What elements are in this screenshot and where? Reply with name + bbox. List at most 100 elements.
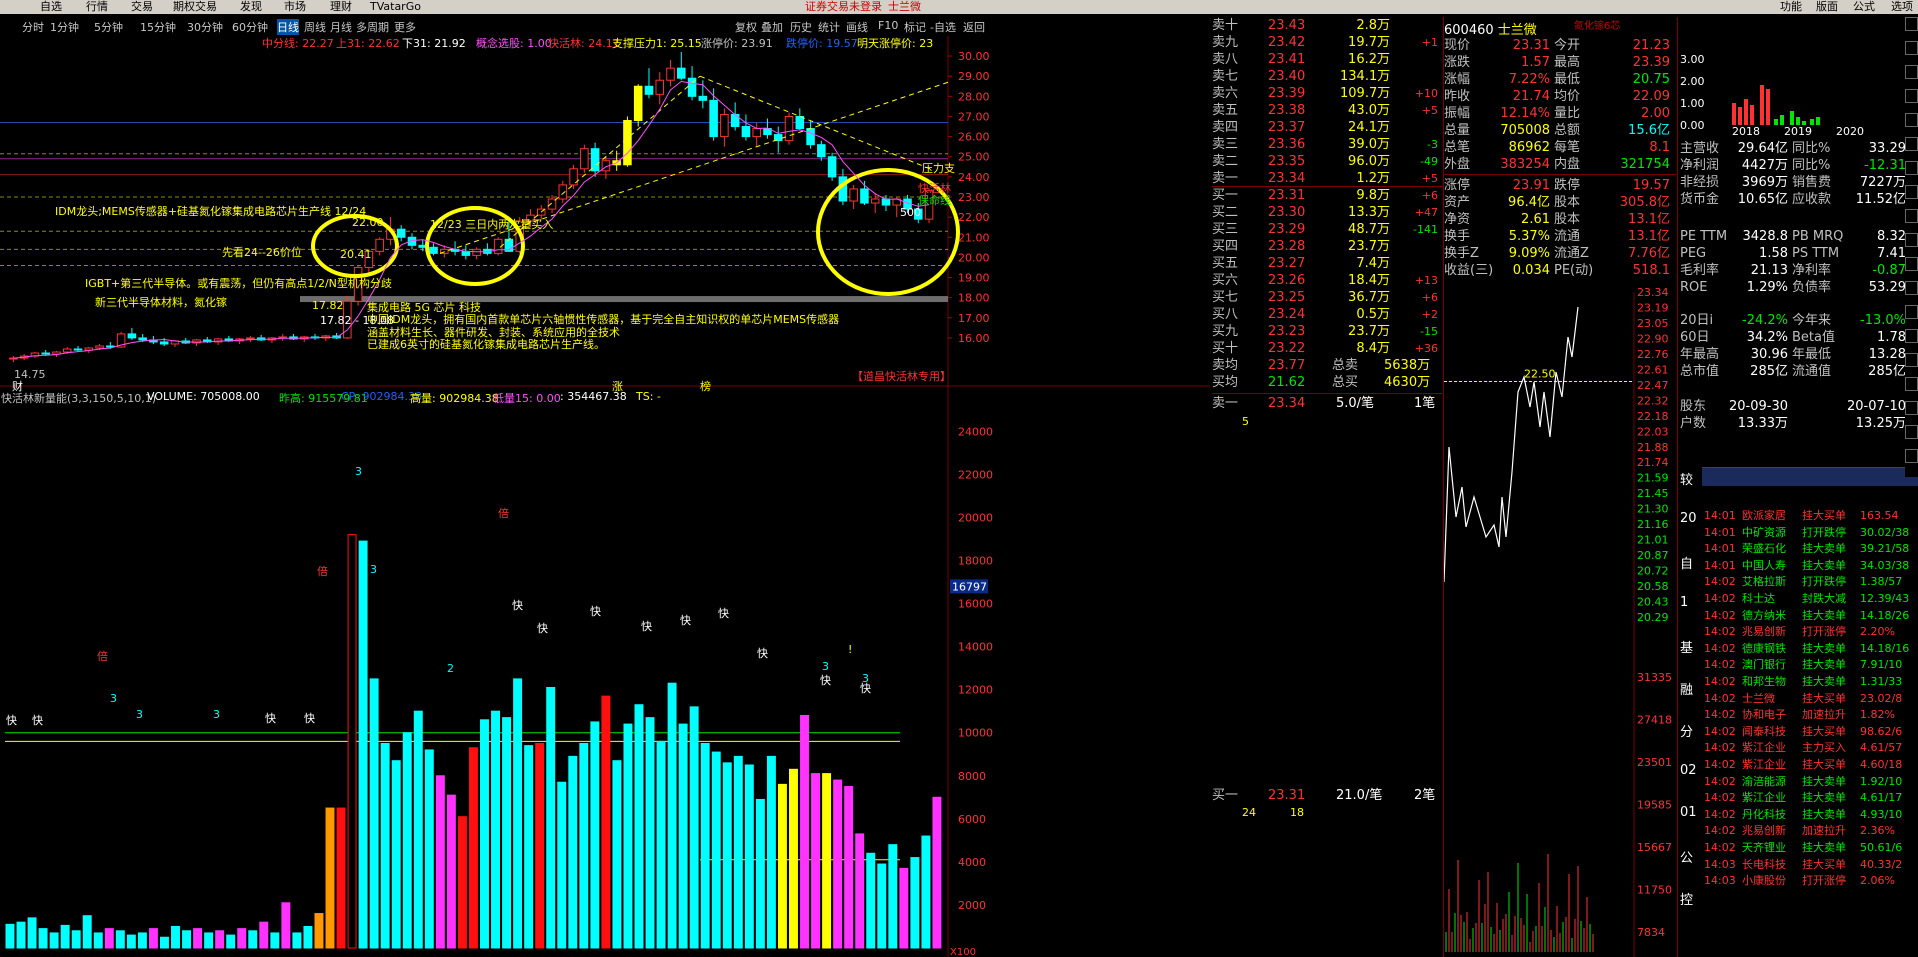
volume-bar[interactable]: [844, 786, 854, 949]
volume-bar[interactable]: [513, 678, 523, 949]
volume-bar[interactable]: [480, 719, 489, 949]
ask-row[interactable]: 卖四 23.37 24.1万: [1212, 119, 1442, 136]
bid-row[interactable]: 买五 23.27 7.4万: [1212, 255, 1442, 272]
volume-bar[interactable]: [369, 678, 379, 949]
monitor-row[interactable]: 14:02 德康钢铁 挂大卖单 14.18/16: [1702, 641, 1918, 657]
monitor-row[interactable]: 14:02 科士达 封跌大减 12.39/43: [1702, 591, 1918, 607]
ask-row[interactable]: 卖一 23.34 1.2万 +5: [1212, 170, 1442, 187]
volume-bar[interactable]: [27, 917, 37, 949]
monitor-row[interactable]: 14:02 丹化科技 挂大卖单 4.93/10: [1702, 807, 1918, 823]
bid-row[interactable]: 买四 23.28 23.7万: [1212, 238, 1442, 255]
sidebar-icon[interactable]: [1905, 329, 1918, 343]
sidebar-icon[interactable]: [1905, 185, 1918, 199]
sidebar-icon[interactable]: [1905, 161, 1918, 175]
volume-bar[interactable]: [413, 710, 423, 949]
period-tab[interactable]: 更多: [394, 19, 416, 35]
sidebar-icon[interactable]: [1905, 89, 1918, 103]
menu-right-item[interactable]: 版面: [1816, 0, 1838, 14]
sidebar-icon[interactable]: [1905, 449, 1918, 463]
volume-bar[interactable]: [435, 775, 445, 949]
monitor-row[interactable]: 14:02 渝涪能源 挂大卖单 1.92/10: [1702, 774, 1918, 790]
volume-bar[interactable]: [921, 835, 931, 949]
ask-row[interactable]: 卖二 23.35 96.0万 -49: [1212, 153, 1442, 170]
volume-bar[interactable]: [667, 682, 677, 949]
kline-chart[interactable]: 30.00 29.00 28.00 27.00 26.00 25.00 24.00 23.00…: [0, 36, 1210, 957]
volume-bar[interactable]: [755, 798, 765, 949]
bid-row[interactable]: 买一 23.31 9.8万 +6: [1212, 187, 1442, 204]
toolbar-button[interactable]: F10: [878, 19, 898, 32]
monitor-row[interactable]: 14:02 紫江企业 挂大买单 4.60/18: [1702, 757, 1918, 773]
kline-panel[interactable]: 30.00 29.00 28.00 27.00 26.00 25.00 24.00 23.00…: [0, 36, 1210, 957]
volume-bar[interactable]: [524, 745, 534, 949]
volume-bar[interactable]: [380, 742, 390, 949]
volume-bar[interactable]: [115, 930, 125, 949]
toolbar-button[interactable]: 历史: [790, 19, 812, 35]
monitor-row[interactable]: 14:03 小康股份 打开涨停 2.06%: [1702, 873, 1918, 889]
volume-bar[interactable]: [5, 923, 15, 949]
sidebar-icon[interactable]: [1905, 17, 1918, 31]
period-tab[interactable]: 周线: [304, 19, 326, 35]
ask-row[interactable]: 卖六 23.39 109.7万 +10: [1212, 85, 1442, 102]
volume-bar[interactable]: [215, 930, 225, 949]
menu-item[interactable]: 市场: [284, 0, 306, 14]
volume-bar[interactable]: [678, 723, 688, 949]
volume-bar[interactable]: [502, 717, 512, 949]
bid-row[interactable]: 买十 23.22 8.4万 +36: [1212, 340, 1442, 357]
volume-bar[interactable]: [424, 749, 434, 949]
volume-bar[interactable]: [601, 695, 611, 949]
menu-right-item[interactable]: 公式: [1853, 0, 1875, 14]
menu-item[interactable]: 理财: [330, 0, 352, 14]
monitor-row[interactable]: 14:02 协和电子 加速拉升 1.82%: [1702, 707, 1918, 723]
menu-right-item[interactable]: 功能: [1780, 0, 1802, 14]
volume-bar[interactable]: [645, 717, 655, 949]
volume-bar[interactable]: [38, 928, 48, 949]
volume-bar[interactable]: [193, 928, 203, 949]
volume-bar[interactable]: [722, 762, 732, 949]
monitor-row[interactable]: 14:02 兆易创新 打开涨停 2.20%: [1702, 624, 1918, 640]
volume-bar[interactable]: [557, 781, 567, 949]
period-tab[interactable]: 30分钟: [187, 19, 223, 35]
ask-row[interactable]: 卖八 23.41 16.2万: [1212, 51, 1442, 68]
volume-bar[interactable]: [93, 932, 103, 949]
volume-bar[interactable]: [612, 760, 622, 949]
menu-item[interactable]: 行情: [86, 0, 108, 14]
period-tab[interactable]: 月线: [330, 19, 352, 35]
sidebar-icon[interactable]: [1905, 41, 1918, 55]
volume-bar[interactable]: [744, 764, 754, 949]
volume-bar[interactable]: [623, 723, 633, 949]
period-tab[interactable]: 60分钟: [232, 19, 268, 35]
volume-bar[interactable]: [248, 930, 258, 949]
volume-bar[interactable]: [171, 925, 180, 949]
volume-bar[interactable]: [237, 928, 247, 949]
volume-bar[interactable]: [270, 932, 280, 949]
sidebar-icon[interactable]: [1905, 113, 1918, 127]
monitor-row[interactable]: 14:02 艾格拉斯 打开跌停 1.38/57: [1702, 574, 1918, 590]
volume-bar[interactable]: [733, 755, 743, 949]
volume-bar[interactable]: [314, 913, 324, 949]
menu-item[interactable]: 期权交易: [173, 0, 217, 14]
sidebar-icon[interactable]: [1905, 137, 1918, 151]
bid-row[interactable]: 买二 23.30 13.3万 +47: [1212, 204, 1442, 221]
bid-row[interactable]: 买六 23.26 18.4万 +13: [1212, 272, 1442, 289]
volume-bar[interactable]: [866, 852, 876, 949]
monitor-row[interactable]: 14:01 荣盛石化 挂大卖单 39.21/58: [1702, 541, 1918, 557]
monitor-row[interactable]: 14:02 紫江企业 挂大卖单 4.61/17: [1702, 790, 1918, 806]
bid-row[interactable]: 买三 23.29 48.7万 -141: [1212, 221, 1442, 238]
volume-bar[interactable]: [656, 740, 666, 949]
volume-bar[interactable]: [281, 902, 291, 949]
volume-bar[interactable]: [568, 755, 578, 949]
monitor-row[interactable]: 14:02 天齐锂业 挂大卖单 50.61/6: [1702, 840, 1918, 856]
candle[interactable]: [580, 144, 589, 173]
candle[interactable]: [633, 84, 643, 127]
candle[interactable]: [784, 112, 794, 145]
toolbar-button[interactable]: 返回: [963, 19, 985, 35]
volume-bar[interactable]: [932, 796, 942, 949]
volume-bar[interactable]: [634, 704, 644, 949]
sidebar-icon[interactable]: [1905, 353, 1918, 367]
candle[interactable]: [827, 152, 837, 181]
toolbar-button[interactable]: -自选: [930, 19, 956, 35]
candle[interactable]: [623, 116, 632, 167]
sidebar-icon[interactable]: [1905, 209, 1918, 223]
period-tab[interactable]: 多周期: [356, 19, 389, 35]
volume-bar[interactable]: [60, 924, 70, 949]
